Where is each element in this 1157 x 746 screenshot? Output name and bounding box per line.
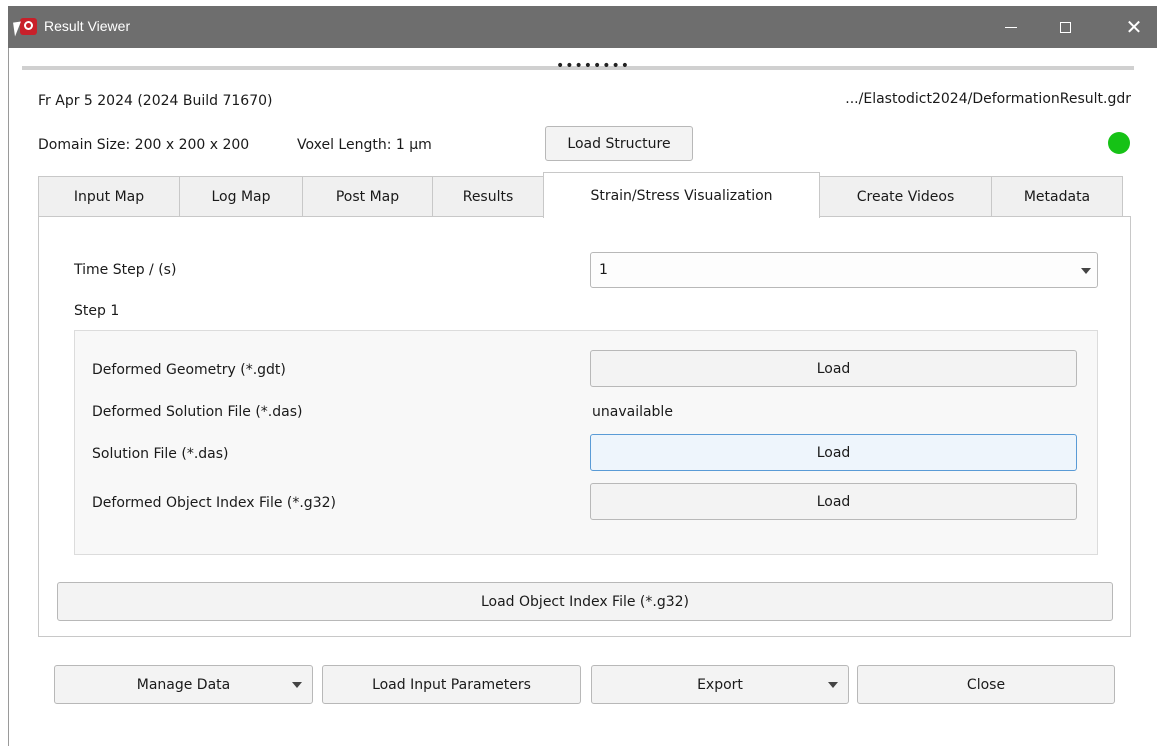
chevron-down-icon: [828, 682, 838, 688]
window-title: Result Viewer: [44, 18, 131, 34]
close-window-button[interactable]: ✕: [1111, 6, 1157, 48]
file-path: .../Elastodict2024/DeformationResult.gdr: [845, 91, 1131, 107]
title-bar: Result Viewer ✕: [8, 6, 1157, 48]
manage-data-button[interactable]: Manage Data: [54, 665, 313, 704]
export-label: Export: [697, 676, 743, 693]
load-input-parameters-button[interactable]: Load Input Parameters: [322, 665, 581, 704]
deformed-solution-status: unavailable: [592, 404, 673, 420]
deformed-object-index-label: Deformed Object Index File (*.g32): [92, 495, 336, 511]
solution-file-label: Solution File (*.das): [92, 446, 229, 462]
export-button[interactable]: Export: [591, 665, 849, 704]
time-step-select[interactable]: 1: [590, 252, 1098, 288]
maximize-button[interactable]: [1042, 6, 1088, 48]
tab-input-map[interactable]: Input Map: [38, 176, 180, 216]
close-icon: ✕: [1125, 15, 1143, 39]
chevron-down-icon: [1081, 268, 1091, 274]
tab-strain-stress-visualization[interactable]: Strain/Stress Visualization: [543, 172, 820, 218]
load-solution-file-button[interactable]: Load: [590, 434, 1077, 471]
load-structure-button[interactable]: Load Structure: [545, 126, 693, 161]
tab-metadata[interactable]: Metadata: [991, 176, 1123, 216]
tab-results[interactable]: Results: [432, 176, 544, 216]
deformed-geometry-label: Deformed Geometry (*.gdt): [92, 362, 286, 378]
deformed-solution-label: Deformed Solution File (*.das): [92, 404, 303, 420]
window-border: [8, 48, 9, 746]
tab-create-videos[interactable]: Create Videos: [819, 176, 992, 216]
step-label: Step 1: [74, 303, 120, 319]
splitter-grip-icon[interactable]: ••••••••: [556, 59, 630, 73]
chevron-down-icon: [292, 682, 302, 688]
maximize-icon: [1059, 21, 1071, 33]
load-object-index-file-button[interactable]: Load Object Index File (*.g32): [57, 582, 1113, 621]
tab-post-map[interactable]: Post Map: [302, 176, 433, 216]
minimize-button[interactable]: [988, 6, 1034, 48]
manage-data-label: Manage Data: [136, 676, 231, 693]
voxel-length: Voxel Length: 1 µm: [297, 137, 432, 153]
load-deformed-geometry-button[interactable]: Load: [590, 350, 1077, 387]
load-deformed-object-index-button[interactable]: Load: [590, 483, 1077, 520]
build-info: Fr Apr 5 2024 (2024 Build 71670): [38, 93, 273, 109]
time-step-label: Time Step / (s): [74, 262, 177, 278]
close-button[interactable]: Close: [857, 665, 1115, 704]
domain-size: Domain Size: 200 x 200 x 200: [38, 137, 250, 153]
status-indicator: [1108, 132, 1130, 154]
tab-log-map[interactable]: Log Map: [179, 176, 303, 216]
time-step-value: 1: [599, 262, 608, 278]
minimize-icon: [1005, 26, 1017, 28]
